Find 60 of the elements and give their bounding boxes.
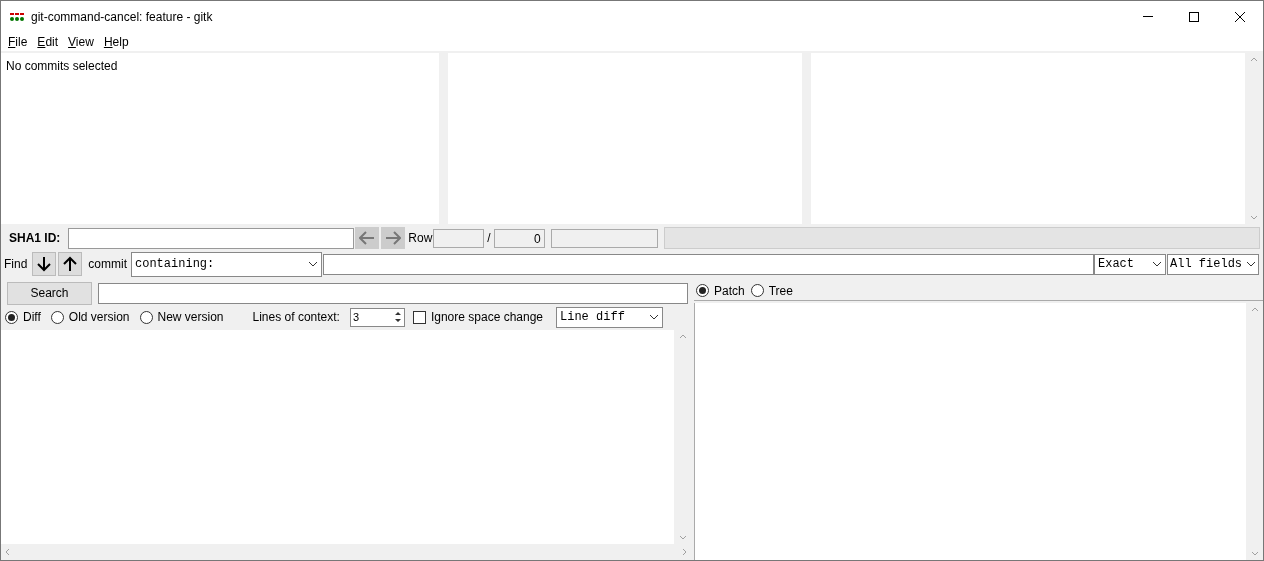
minimize-icon <box>1143 16 1153 17</box>
chevron-down-icon <box>1246 261 1256 267</box>
maximize-icon <box>1189 11 1199 22</box>
arrow-down-icon <box>37 256 52 272</box>
window-title: git-command-cancel: feature - gitk <box>31 8 213 26</box>
row-label: Row <box>408 230 433 247</box>
radio-button[interactable] <box>5 310 18 324</box>
chevron-down-icon <box>649 314 659 320</box>
fields-dropdown[interactable]: All fields <box>1167 253 1259 275</box>
spin-arrows-icon[interactable] <box>393 310 402 324</box>
context-spinbox[interactable]: 3 <box>349 307 405 327</box>
find-mode-dropdown[interactable]: containing: <box>131 251 322 277</box>
scroll-up-icon[interactable] <box>678 334 687 339</box>
find-up-button[interactable] <box>58 252 83 276</box>
row-total-field: 0 <box>493 228 545 248</box>
sha1-field[interactable] <box>68 227 355 249</box>
radio-label: Diff <box>23 309 41 326</box>
chevron-down-icon <box>1152 261 1162 267</box>
radio-button[interactable] <box>696 284 709 297</box>
scroll-down-icon[interactable] <box>1249 215 1258 220</box>
search-button[interactable]: Search <box>7 281 92 305</box>
close-icon <box>1235 11 1245 22</box>
radio-button[interactable] <box>750 284 764 297</box>
find-down-button[interactable] <box>32 252 57 276</box>
row-separator: / <box>487 230 491 247</box>
sha1-label: SHA1 ID: <box>9 230 61 247</box>
search-field[interactable] <box>98 282 688 304</box>
find-field[interactable] <box>323 253 1094 275</box>
scroll-up-icon[interactable] <box>1250 307 1259 312</box>
context-label: Lines of context: <box>252 309 340 326</box>
scroll-right-icon[interactable] <box>682 548 687 556</box>
find-label: Find <box>4 256 28 273</box>
checkbox-label: Ignore space change <box>430 309 543 326</box>
checkbox[interactable] <box>412 310 426 324</box>
status-text: No commits selected <box>6 59 118 73</box>
scroll-up-icon[interactable] <box>1249 57 1258 62</box>
arrow-up-icon <box>63 256 78 272</box>
row-field <box>433 228 485 248</box>
chevron-down-icon <box>308 261 318 267</box>
radio-button[interactable] <box>139 310 153 324</box>
arrow-right-icon <box>385 231 402 245</box>
diff-mode-dropdown[interactable]: Line diff <box>556 306 663 328</box>
scroll-down-icon[interactable] <box>678 535 687 540</box>
back-button[interactable] <box>355 227 380 249</box>
match-dropdown[interactable]: Exact <box>1094 253 1166 275</box>
radio-label: Patch <box>714 282 745 300</box>
arrow-left-icon <box>359 231 376 245</box>
radio-button[interactable] <box>50 310 64 324</box>
menu-item[interactable]: Help <box>98 32 134 51</box>
radio-label: Old version <box>68 309 130 326</box>
scroll-left-icon[interactable] <box>5 548 10 556</box>
forward-button[interactable] <box>381 227 406 249</box>
radio-label: Tree <box>768 282 793 300</box>
menu-item[interactable]: File <box>3 32 33 51</box>
radio-label: New version <box>157 309 224 326</box>
menu-item[interactable]: View <box>63 32 99 51</box>
app-icon <box>10 12 25 21</box>
scroll-down-icon[interactable] <box>1250 551 1259 556</box>
menu-item[interactable]: Edit <box>32 32 64 51</box>
find-type-label: commit <box>88 256 127 273</box>
